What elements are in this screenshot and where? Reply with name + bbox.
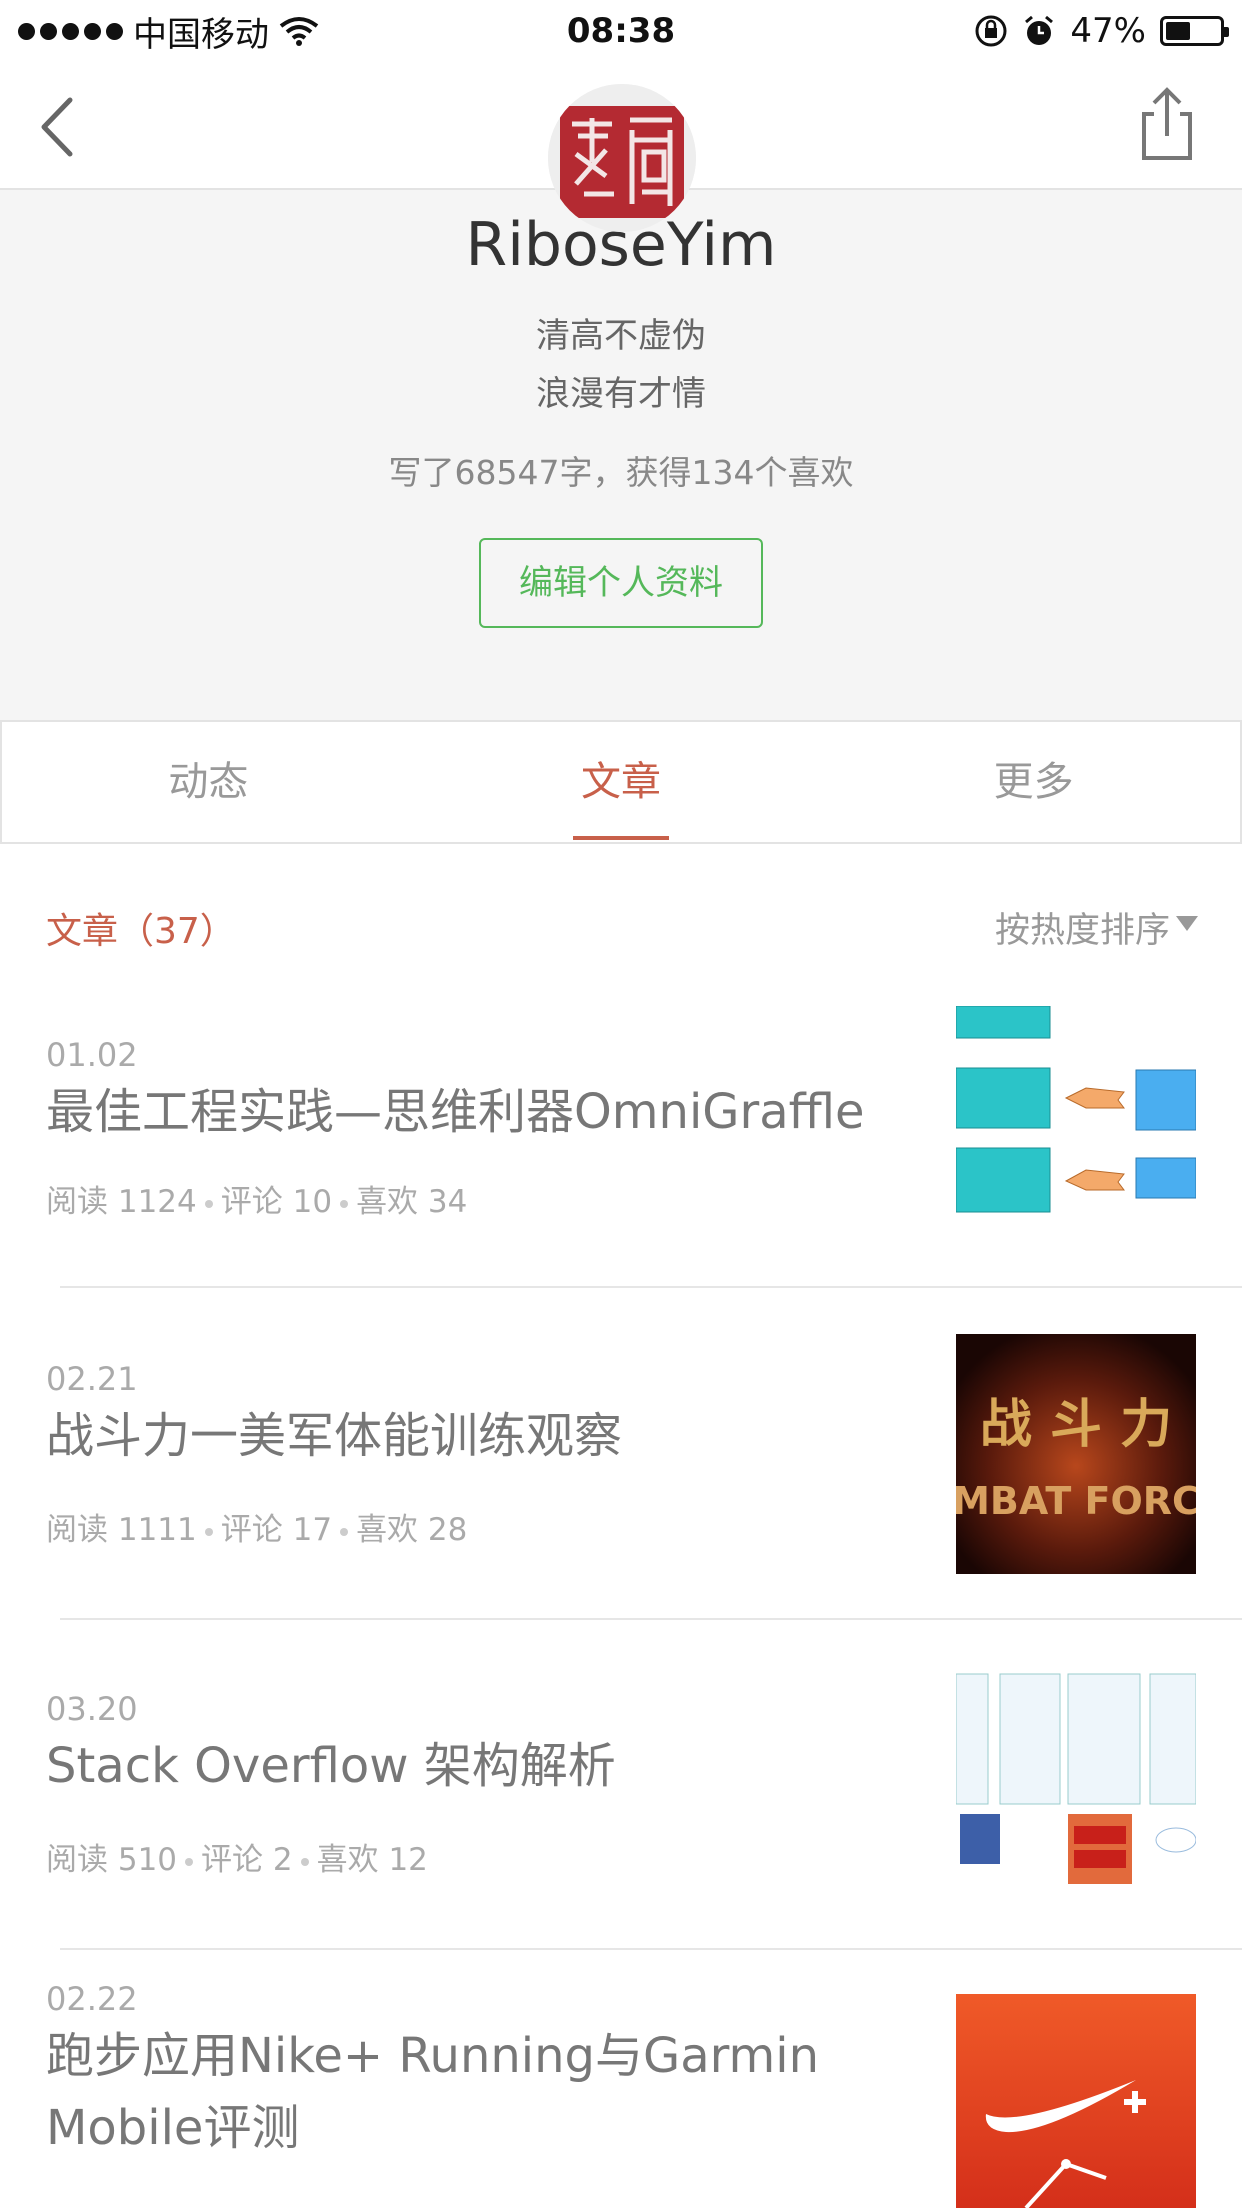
list-divider: [60, 1618, 1242, 1620]
tab-more[interactable]: 更多: [827, 722, 1240, 842]
share-icon: [1142, 87, 1192, 160]
caret-down-icon[interactable]: [1176, 916, 1198, 931]
like-count: 喜欢 28: [356, 1512, 468, 1548]
battery-icon: [1160, 16, 1229, 46]
read-count: 阅读 1111: [46, 1512, 197, 1548]
bio-line-2: 浪漫有才情: [536, 374, 706, 414]
article-date: 02.21: [46, 1360, 138, 1398]
sort-dropdown[interactable]: 按热度排序: [995, 902, 1170, 953]
seal-stamp-image: [548, 84, 696, 232]
status-right: 47%: [974, 8, 1229, 54]
comment-count: 评论 2: [201, 1842, 293, 1878]
article-title[interactable]: 战斗力一美军体能训练观察: [46, 1400, 926, 1472]
article-item[interactable]: 01.02 最佳工程实践—思维利器OmniGraffle 阅读 1124 评论 1…: [0, 990, 1242, 1320]
tab-bar: 动态 文章 更多: [0, 720, 1242, 844]
article-thumbnail[interactable]: [956, 1994, 1196, 2208]
article-thumbnail[interactable]: [956, 1006, 1196, 1246]
chevron-left-icon: [41, 97, 73, 157]
alarm-icon: [1025, 15, 1054, 45]
nike-running-thumbnail: [956, 1994, 1196, 2208]
thumb-text-top: 战 斗 力: [980, 1395, 1172, 1455]
list-header: 文章（37） 按热度排序: [0, 844, 1242, 964]
article-item[interactable]: 02.21 战斗力一美军体能训练观察 阅读 1111 评论 17 喜欢 28 战 斗…: [0, 1320, 1242, 1650]
article-title[interactable]: 跑步应用Nike+ Running与Garmin Mobile评测: [46, 2020, 866, 2164]
article-count: 文章（37）: [46, 911, 236, 952]
article-item[interactable]: 03.20 Stack Overflow 架构解析 阅读 510 评论 2 喜欢 1…: [0, 1650, 1242, 1980]
read-count: 阅读 510: [46, 1842, 178, 1878]
back-button[interactable]: [30, 92, 100, 162]
combat-force-thumbnail: 战 斗 力 MBAT FORC: [956, 1334, 1196, 1574]
share-button[interactable]: [1132, 86, 1202, 162]
article-thumbnail[interactable]: [956, 1664, 1196, 1904]
status-bar: 中国移动 08:38 47%: [0, 0, 1242, 62]
article-meta: 阅读 1111 评论 17 喜欢 28: [46, 1504, 467, 1549]
read-count: 阅读 1124: [46, 1184, 197, 1220]
like-count: 喜欢 12: [316, 1842, 428, 1878]
orientation-lock-icon: [975, 15, 1007, 47]
article-thumbnail[interactable]: 战 斗 力 MBAT FORC: [956, 1334, 1196, 1574]
tab-articles[interactable]: 文章: [415, 722, 828, 842]
thumb-text-bottom: MBAT FORC: [956, 1479, 1196, 1523]
bio-line-1: 清高不虚伪: [536, 316, 706, 356]
comment-count: 评论 17: [220, 1512, 333, 1548]
profile-stats: 写了68547字，获得134个喜欢: [388, 453, 854, 492]
avatar[interactable]: [548, 84, 696, 232]
article-title[interactable]: 最佳工程实践—思维利器OmniGraffle: [46, 1076, 926, 1148]
list-divider: [60, 1286, 1242, 1288]
article-title[interactable]: Stack Overflow 架构解析: [46, 1730, 926, 1802]
article-item[interactable]: 02.22 跑步应用Nike+ Running与Garmin Mobile评测: [0, 1980, 1242, 2208]
tab-activity[interactable]: 动态: [2, 722, 415, 842]
article-meta: 阅读 1124 评论 10 喜欢 34: [46, 1176, 467, 1221]
battery-percent: 47%: [1070, 11, 1146, 51]
edit-profile-button[interactable]: 编辑个人资料: [479, 538, 763, 628]
article-date: 01.02: [46, 1036, 138, 1074]
comment-count: 评论 10: [220, 1184, 333, 1220]
article-date: 02.22: [46, 1980, 138, 2018]
list-divider: [60, 1948, 1242, 1950]
article-meta: 阅读 510 评论 2 喜欢 12: [46, 1834, 428, 1879]
diagram-thumbnail: [956, 1006, 1196, 1246]
profile-section: RiboseYim 清高不虚伪 浪漫有才情 写了68547字，获得134个喜欢 …: [0, 190, 1242, 720]
like-count: 喜欢 34: [356, 1184, 468, 1220]
architecture-thumbnail: [956, 1664, 1196, 1904]
battery-fill: [1166, 22, 1190, 40]
article-date: 03.20: [46, 1690, 138, 1728]
